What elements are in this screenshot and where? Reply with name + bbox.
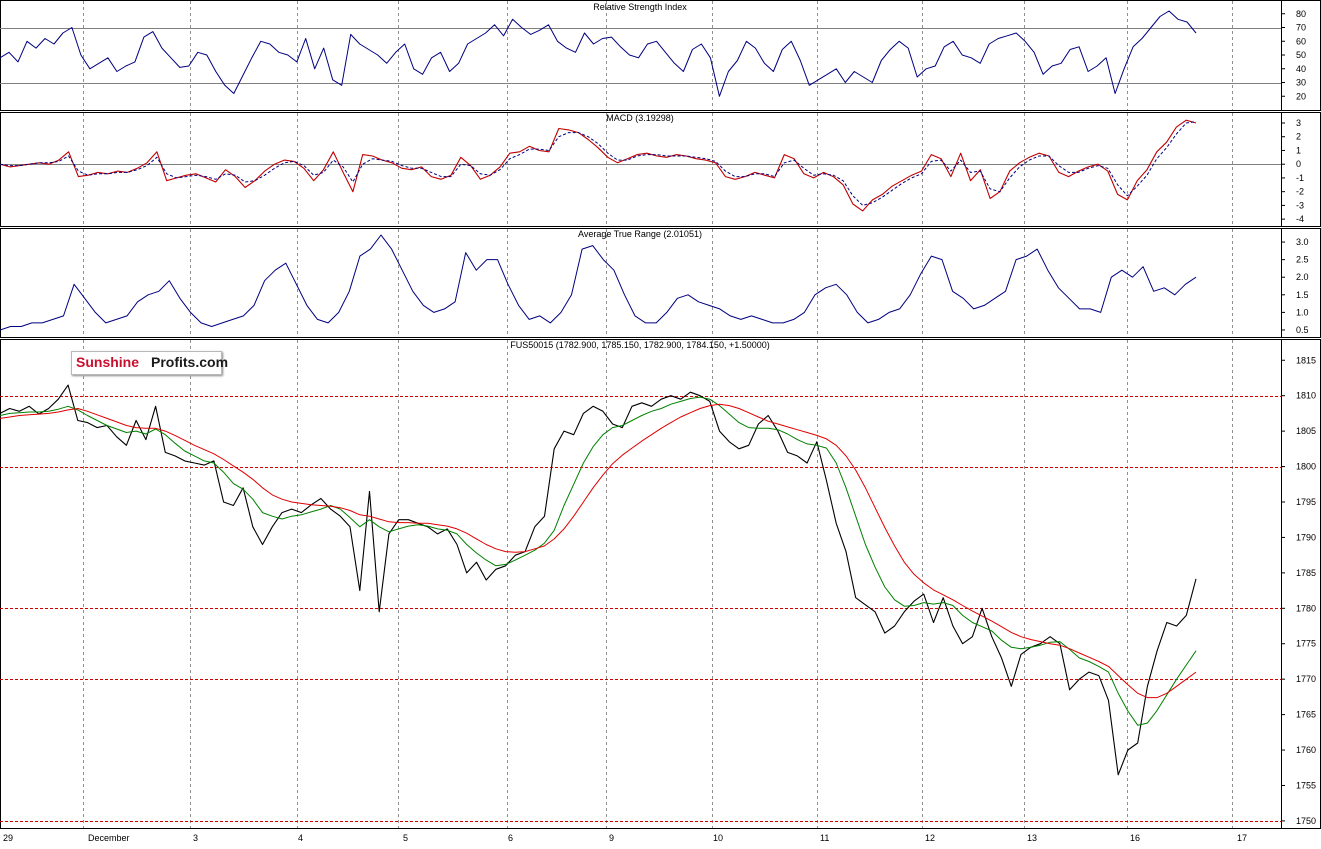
- y-tick-label: -2: [1296, 187, 1304, 197]
- logo-text-sunshine: Sunshine: [76, 354, 140, 370]
- y-tick-label: 1750: [1296, 816, 1316, 826]
- y-tick-label: 50: [1296, 50, 1306, 60]
- y-tick-label: 1.0: [1296, 307, 1309, 317]
- y-tick-label: -3: [1296, 200, 1304, 210]
- y-tick-label: 1795: [1296, 497, 1316, 507]
- y-tick-label: 1790: [1296, 532, 1316, 542]
- watermark-logo: Sunshine Profits.com: [71, 351, 228, 375]
- y-tick-label: 1785: [1296, 568, 1316, 578]
- panel-3: 3.0 2.5 2.0 1.5 1.0 0.5 Average True Range (2.…: [0, 228, 1321, 338]
- panel-frame: [0, 112, 1321, 227]
- x-tick-label: 17: [1237, 833, 1247, 843]
- y-tick-label: 20: [1296, 91, 1306, 101]
- x-tick-label: 4: [298, 833, 303, 843]
- logo-text-profits: Profits.com: [151, 354, 229, 370]
- y-tick-label: 1800: [1296, 462, 1316, 472]
- y-tick-label: 1810: [1296, 391, 1316, 401]
- y-tick-label: 80: [1296, 9, 1306, 19]
- x-tick-label: 9: [609, 833, 614, 843]
- panel-2: 3 2 1 0 -1 -2 -3 -4 MACD (3.19298): [0, 112, 1321, 227]
- panel-frame: [0, 0, 1321, 111]
- y-tick-label: 0.5: [1296, 325, 1309, 335]
- panel-title: MACD (3.19298): [606, 113, 674, 123]
- y-tick-label: 2.0: [1296, 272, 1309, 282]
- y-tick-label: 1: [1296, 145, 1301, 155]
- panel-4: 1815181018051800179517901785178017751770…: [0, 339, 1321, 843]
- y-tick-label: 1760: [1296, 745, 1316, 755]
- y-tick-label: -1: [1296, 173, 1304, 183]
- chart-svg: 80706050403020Relative Strength Index321…: [0, 0, 1321, 843]
- panel-title: Average True Range (2.01051): [578, 229, 702, 239]
- y-tick-label: 1780: [1296, 603, 1316, 613]
- x-tick-label: December: [88, 833, 130, 843]
- x-tick-label: 12: [925, 833, 935, 843]
- panel-frame: [0, 228, 1321, 338]
- x-tick-label: 10: [713, 833, 723, 843]
- y-tick-label: 1770: [1296, 674, 1316, 684]
- y-tick-label: 1765: [1296, 710, 1316, 720]
- y-tick-label: 1805: [1296, 426, 1316, 436]
- y-tick-label: 3: [1296, 118, 1301, 128]
- y-tick-label: 2.5: [1296, 255, 1309, 265]
- y-tick-label: 1775: [1296, 639, 1316, 649]
- y-tick-label: 70: [1296, 23, 1306, 33]
- panel-frame: [0, 339, 1321, 829]
- chart-root: 80 70 60 50 40 30 20 Relative Strength Index 3 2 1…: [0, 0, 1321, 844]
- x-tick-label: 16: [1130, 833, 1140, 843]
- x-tick-label: 29: [3, 833, 13, 843]
- panel-1: 80 70 60 50 40 30 20 Relative Strength Index: [0, 0, 1321, 111]
- x-tick-label: 3: [193, 833, 198, 843]
- x-tick-label: 6: [508, 833, 513, 843]
- y-tick-label: 60: [1296, 36, 1306, 46]
- y-tick-label: 1815: [1296, 355, 1316, 365]
- y-tick-label: 40: [1296, 64, 1306, 74]
- y-tick-label: 2: [1296, 132, 1301, 142]
- y-tick-label: 0: [1296, 159, 1301, 169]
- panel-title: FUS50015 (1782.900, 1785.150, 1782.900, …: [510, 340, 769, 350]
- y-tick-label: 1755: [1296, 780, 1316, 790]
- x-tick-label: 13: [1027, 833, 1037, 843]
- y-tick-label: 30: [1296, 78, 1306, 88]
- y-tick-label: -4: [1296, 214, 1304, 224]
- x-tick-label: 11: [820, 833, 829, 843]
- y-tick-label: 1.5: [1296, 290, 1309, 300]
- panel-title: Relative Strength Index: [593, 2, 687, 12]
- y-tick-label: 3.0: [1296, 237, 1309, 247]
- x-tick-label: 5: [403, 833, 408, 843]
